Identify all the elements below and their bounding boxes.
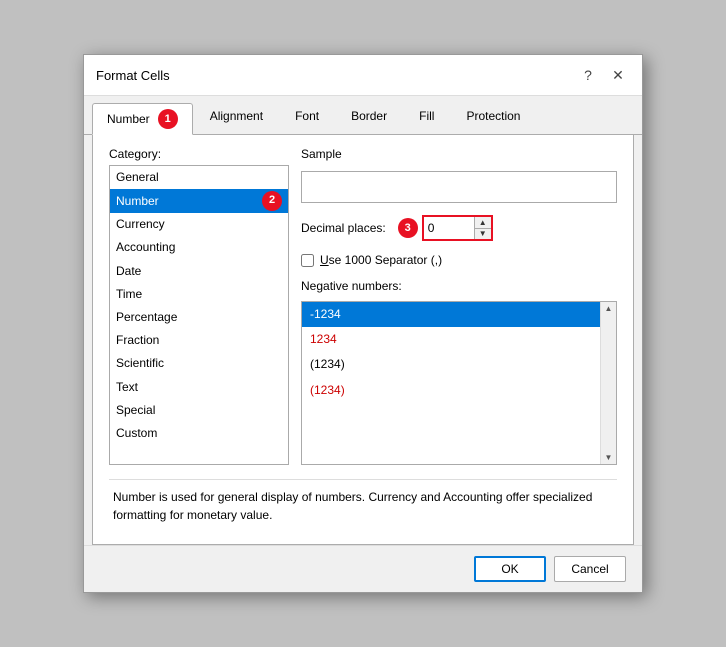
category-item-special[interactable]: Special [110,399,288,422]
separator-label[interactable]: Use 1000 Separator (,) [320,253,442,267]
category-item-fraction[interactable]: Fraction [110,329,288,352]
negative-list-wrap: -1234 1234 (1234) (1234) ▲ ▼ [301,301,617,465]
ok-button[interactable]: OK [474,556,546,582]
badge-decimal-section: 3 [398,218,418,238]
sample-label: Sample [301,147,617,161]
decimal-row: Decimal places: 3 ▲ ▼ [301,215,617,241]
category-item-text[interactable]: Text [110,376,288,399]
category-label: Category: [109,147,289,161]
sample-box [301,171,617,203]
title-bar-left: Format Cells [96,68,170,83]
scroll-up-arrow[interactable]: ▲ [605,304,613,313]
tabs-bar: Number 1 Alignment Font Border Fill Prot… [84,96,642,135]
negative-numbers-label: Negative numbers: [301,279,617,293]
help-button[interactable]: ? [576,63,600,87]
category-item-general[interactable]: General [110,166,288,189]
title-bar-right: ? ✕ [576,63,630,87]
close-button[interactable]: ✕ [606,63,630,87]
description-area: Number is used for general display of nu… [109,479,617,532]
footer: OK Cancel [84,545,642,592]
decimal-input-wrap: ▲ ▼ [422,215,493,241]
negative-item-1[interactable]: -1234 [302,302,600,327]
spin-up-button[interactable]: ▲ [475,217,491,228]
main-area: Category: General Number 2 Currency Acco… [109,147,617,465]
right-panel: Sample Decimal places: 3 ▲ ▼ [301,147,617,465]
decimal-places-input[interactable] [424,217,474,239]
scroll-down-arrow[interactable]: ▼ [605,453,613,462]
tab-font[interactable]: Font [280,103,334,135]
badge-number-category: 2 [262,191,282,211]
tab-protection[interactable]: Protection [451,103,535,135]
separator-checkbox[interactable] [301,254,314,267]
negative-list: -1234 1234 (1234) (1234) [302,302,600,464]
cancel-button[interactable]: Cancel [554,556,626,582]
category-item-time[interactable]: Time [110,283,288,306]
category-item-number[interactable]: Number 2 [110,189,288,213]
badge-number-tab: 1 [158,109,178,129]
tab-alignment[interactable]: Alignment [195,103,278,135]
category-item-date[interactable]: Date [110,260,288,283]
negative-list-scrollbar[interactable]: ▲ ▼ [600,302,616,464]
tab-fill[interactable]: Fill [404,103,449,135]
decimal-input-group: 3 ▲ ▼ [394,215,493,241]
title-bar: Format Cells ? ✕ [84,55,642,96]
category-item-currency[interactable]: Currency [110,213,288,236]
negative-item-3[interactable]: (1234) [302,352,600,377]
category-item-accounting[interactable]: Accounting [110,236,288,259]
negative-item-2[interactable]: 1234 [302,327,600,352]
separator-row: Use 1000 Separator (,) [301,253,617,267]
left-panel: Category: General Number 2 Currency Acco… [109,147,289,465]
category-item-custom[interactable]: Custom [110,422,288,445]
category-item-scientific[interactable]: Scientific [110,352,288,375]
category-item-percentage[interactable]: Percentage [110,306,288,329]
category-list: General Number 2 Currency Accounting Dat… [109,165,289,465]
tab-content: Category: General Number 2 Currency Acco… [92,135,634,545]
format-cells-dialog: Format Cells ? ✕ Number 1 Alignment Font… [83,54,643,593]
spin-down-button[interactable]: ▼ [475,228,491,239]
spin-buttons: ▲ ▼ [474,217,491,239]
negative-item-4[interactable]: (1234) [302,378,600,403]
dialog-title: Format Cells [96,68,170,83]
decimal-label: Decimal places: [301,221,386,235]
tab-number[interactable]: Number 1 [92,103,193,135]
tab-border[interactable]: Border [336,103,402,135]
